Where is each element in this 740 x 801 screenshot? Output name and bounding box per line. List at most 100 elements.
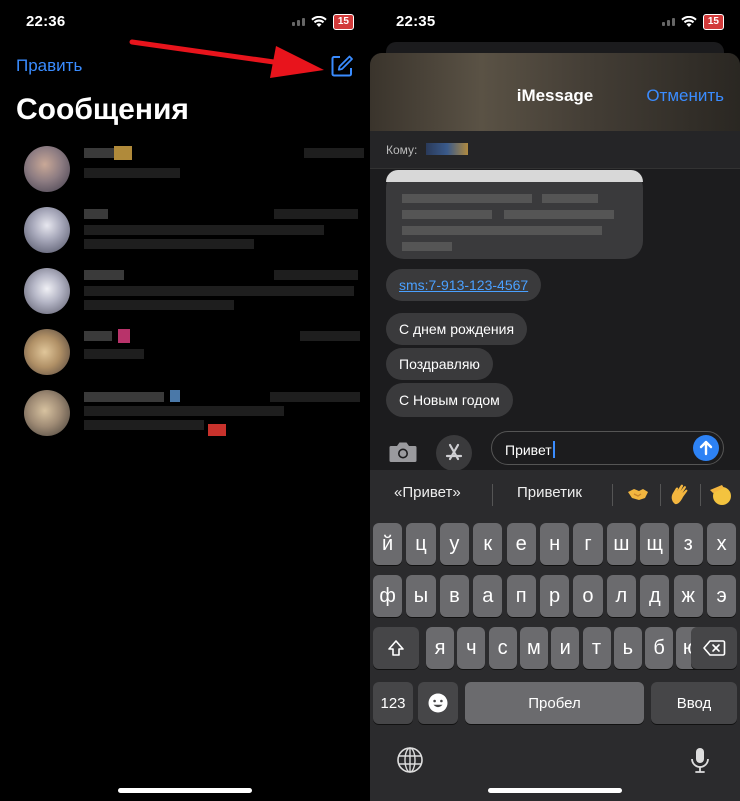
microphone-icon[interactable]	[686, 746, 714, 774]
message-preview-blurred	[84, 300, 234, 310]
waving-hand-emoji-icon[interactable]	[668, 482, 692, 506]
globe-icon[interactable]	[396, 746, 424, 774]
key-ф[interactable]: ф	[373, 575, 403, 617]
key-ы[interactable]: ы	[406, 575, 436, 617]
backspace-icon	[703, 640, 726, 656]
handshake-emoji-icon[interactable]	[626, 482, 650, 506]
avatar	[24, 268, 70, 314]
conversation-row[interactable]	[0, 201, 370, 262]
conversation-row[interactable]	[0, 323, 370, 384]
key-р[interactable]: р	[540, 575, 570, 617]
shift-icon	[388, 640, 404, 656]
message-preview-blurred	[84, 286, 354, 296]
contact-name-blurred	[84, 209, 108, 219]
text-cursor	[552, 441, 555, 458]
key-ж[interactable]: ж	[673, 575, 703, 617]
key-ь[interactable]: ь	[613, 627, 642, 669]
message-bubble-link[interactable]: sms:7-913-123-4567	[386, 269, 542, 301]
smiley-icon	[428, 693, 448, 713]
key-о[interactable]: о	[573, 575, 603, 617]
message-preview-blurred	[84, 349, 144, 359]
divider	[660, 484, 661, 506]
timestamp-blurred	[274, 270, 358, 280]
key-щ[interactable]: щ	[640, 523, 670, 565]
avatar	[24, 329, 70, 375]
message-bubble-blurred	[386, 170, 643, 259]
key-д[interactable]: д	[640, 575, 670, 617]
key-б[interactable]: б	[645, 627, 674, 669]
recipient-blurred	[426, 143, 468, 155]
key-у[interactable]: у	[439, 523, 469, 565]
space-key[interactable]: Пробел	[465, 682, 644, 724]
timestamp-blurred	[300, 331, 360, 341]
conversation-list	[0, 140, 370, 445]
key-и[interactable]: и	[551, 627, 580, 669]
shift-key[interactable]	[373, 627, 419, 669]
edit-button[interactable]: Править	[16, 56, 82, 76]
battery-indicator: 15	[702, 14, 724, 30]
battery-indicator: 15	[332, 14, 354, 30]
key-ц[interactable]: ц	[406, 523, 436, 565]
contact-name-blurred	[84, 392, 164, 402]
key-л[interactable]: л	[606, 575, 636, 617]
wifi-icon	[681, 16, 697, 27]
cancel-button[interactable]: Отменить	[646, 86, 724, 106]
message-preview-blurred	[84, 168, 180, 178]
return-key[interactable]: Ввод	[651, 682, 737, 724]
divider	[492, 484, 493, 506]
key-э[interactable]: э	[707, 575, 737, 617]
divider	[612, 484, 613, 506]
input-row: Привет	[370, 431, 740, 475]
key-к[interactable]: к	[473, 523, 503, 565]
key-я[interactable]: я	[426, 627, 454, 669]
key-х[interactable]: х	[707, 523, 737, 565]
contact-name-blurred	[84, 270, 124, 280]
send-button[interactable]	[693, 435, 719, 461]
home-indicator	[118, 788, 252, 793]
compose-icon[interactable]	[330, 54, 354, 78]
timestamp-blurred	[304, 148, 364, 158]
key-г[interactable]: г	[573, 523, 603, 565]
saluting-face-emoji-icon[interactable]	[708, 482, 732, 506]
wifi-icon	[311, 16, 327, 27]
emoji-blurred	[118, 329, 130, 343]
key-ш[interactable]: ш	[606, 523, 636, 565]
message-preview-blurred	[84, 239, 254, 249]
avatar	[24, 146, 70, 192]
key-ч[interactable]: ч	[457, 627, 486, 669]
key-м[interactable]: м	[519, 627, 548, 669]
key-а[interactable]: а	[473, 575, 503, 617]
contact-name-blurred	[84, 331, 112, 341]
recipient-row[interactable]: Кому:	[370, 131, 740, 169]
key-в[interactable]: в	[439, 575, 469, 617]
emoji-blurred	[114, 146, 132, 160]
page-title: Сообщения	[16, 93, 189, 126]
emoji-blurred	[208, 424, 226, 436]
avatar	[24, 390, 70, 436]
key-е[interactable]: е	[506, 523, 536, 565]
emoji-blurred	[170, 390, 180, 402]
key-й[interactable]: й	[373, 523, 403, 565]
backspace-key[interactable]	[691, 627, 737, 669]
message-bubble: С Новым годом	[386, 383, 513, 417]
contact-name-blurred	[84, 148, 114, 158]
signal-icon	[661, 18, 675, 26]
message-preview-blurred	[84, 420, 204, 430]
key-с[interactable]: с	[488, 627, 517, 669]
suggestion-item[interactable]: «Привет»	[394, 484, 461, 501]
key-з[interactable]: з	[673, 523, 703, 565]
conversation-row[interactable]	[0, 140, 370, 201]
sheet-header: iMessage Отменить	[370, 53, 740, 131]
keyboard: «Привет» Приветик йцукенгшщзх фывапролдж…	[370, 470, 740, 801]
message-input[interactable]: Привет	[491, 431, 724, 465]
suggestion-item[interactable]: Приветик	[517, 484, 582, 501]
key-п[interactable]: п	[506, 575, 536, 617]
conversation-row[interactable]	[0, 384, 370, 445]
conversation-row[interactable]	[0, 262, 370, 323]
camera-icon[interactable]	[388, 439, 418, 465]
emoji-key[interactable]	[418, 682, 458, 724]
app-store-icon[interactable]	[436, 435, 472, 471]
numbers-key[interactable]: 123	[373, 682, 413, 724]
key-т[interactable]: т	[582, 627, 611, 669]
key-н[interactable]: н	[540, 523, 570, 565]
